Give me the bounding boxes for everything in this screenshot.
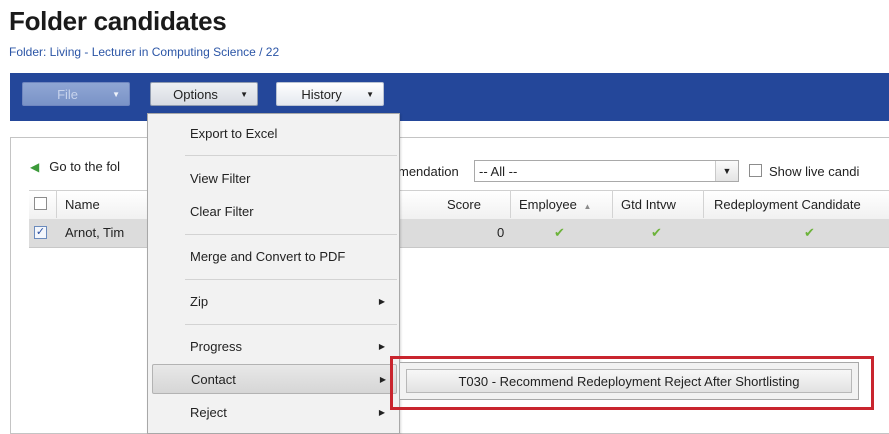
history-button-label: History	[301, 86, 342, 102]
column-divider	[612, 190, 613, 218]
sort-ascending-icon: ▲	[583, 202, 592, 211]
menu-item-label: Reject	[190, 405, 227, 420]
menu-separator	[185, 279, 397, 280]
menu-item-label: Zip	[190, 294, 209, 309]
menu-separator	[185, 155, 397, 156]
chevron-down-icon[interactable]: ▼	[715, 161, 738, 181]
column-header-employee[interactable]: Employee ▲	[519, 191, 591, 219]
submenu-arrow-icon: ▶	[379, 375, 386, 384]
menu-item-label: Export to Excel	[190, 126, 278, 141]
menu-item-reject[interactable]: Reject ▶	[148, 398, 399, 428]
file-button[interactable]: File ▼	[22, 82, 130, 106]
show-live-checkbox[interactable]	[749, 164, 762, 177]
menu-item-zip[interactable]: Zip ▶	[148, 287, 399, 317]
submenu-arrow-icon: ▶	[378, 342, 385, 351]
toolbar: File ▼ Options ▼ History ▼	[10, 73, 889, 121]
column-header-gtd-intvw[interactable]: Gtd Intvw	[621, 191, 676, 219]
menu-item-progress[interactable]: Progress ▶	[148, 332, 399, 362]
candidate-score: 0	[497, 225, 505, 240]
filter-value: -- All --	[479, 163, 518, 179]
submenu-arrow-icon: ▶	[378, 408, 385, 417]
chevron-down-icon: ▼	[240, 89, 248, 99]
menu-separator	[185, 234, 397, 235]
history-button[interactable]: History ▼	[276, 82, 384, 106]
recommendation-filter-select[interactable]: -- All -- ▼	[474, 160, 739, 182]
chevron-down-icon: ▼	[112, 89, 120, 99]
show-live-label: Show live candi	[769, 164, 860, 179]
options-button[interactable]: Options ▼	[150, 82, 258, 106]
select-all-checkbox[interactable]	[34, 197, 47, 210]
pager-text[interactable]: Go to the fol	[49, 159, 120, 174]
column-header-redeployment[interactable]: Redeployment Candidate	[714, 191, 861, 219]
menu-item-merge-pdf[interactable]: Merge and Convert to PDF	[148, 242, 399, 272]
check-icon: ✔	[804, 225, 815, 240]
menu-item-label: Merge and Convert to PDF	[190, 249, 346, 264]
column-divider	[510, 190, 511, 218]
candidate-name[interactable]: Arnot, Tim	[65, 219, 124, 247]
column-header-employee-label: Employee	[519, 197, 577, 212]
filter-label: mendation	[398, 164, 459, 179]
chevron-down-icon: ▼	[366, 89, 374, 99]
options-button-label: Options	[173, 86, 218, 102]
column-divider	[703, 190, 704, 218]
menu-item-contact[interactable]: Contact ▶	[152, 364, 397, 394]
row-checkbox[interactable]: ✓	[34, 226, 47, 239]
highlight-annotation-box	[390, 356, 874, 410]
file-button-label: File	[57, 86, 79, 102]
page-title: Folder candidates	[9, 6, 227, 36]
menu-item-view-filter[interactable]: View Filter	[148, 164, 399, 194]
menu-separator	[185, 324, 397, 325]
column-header-name[interactable]: Name	[65, 191, 100, 219]
menu-item-label: Clear Filter	[190, 204, 254, 219]
menu-item-export-to-excel[interactable]: Export to Excel	[148, 119, 399, 149]
check-icon: ✔	[651, 225, 662, 240]
check-icon: ✔	[554, 225, 565, 240]
submenu-arrow-icon: ▶	[378, 297, 385, 306]
options-dropdown-menu: Export to Excel View Filter Clear Filter…	[147, 113, 400, 434]
folder-subtitle: Folder: Living - Lecturer in Computing S…	[9, 45, 280, 59]
column-header-score[interactable]: Score	[447, 191, 481, 219]
menu-item-label: View Filter	[190, 171, 251, 186]
pager[interactable]: ◀ Go to the fol	[30, 159, 120, 174]
column-divider	[56, 190, 57, 218]
menu-item-label: Progress	[190, 339, 243, 354]
menu-item-clear-filter[interactable]: Clear Filter	[148, 197, 399, 227]
menu-item-label: Contact	[191, 372, 236, 387]
back-arrow-icon[interactable]: ◀	[30, 160, 39, 174]
